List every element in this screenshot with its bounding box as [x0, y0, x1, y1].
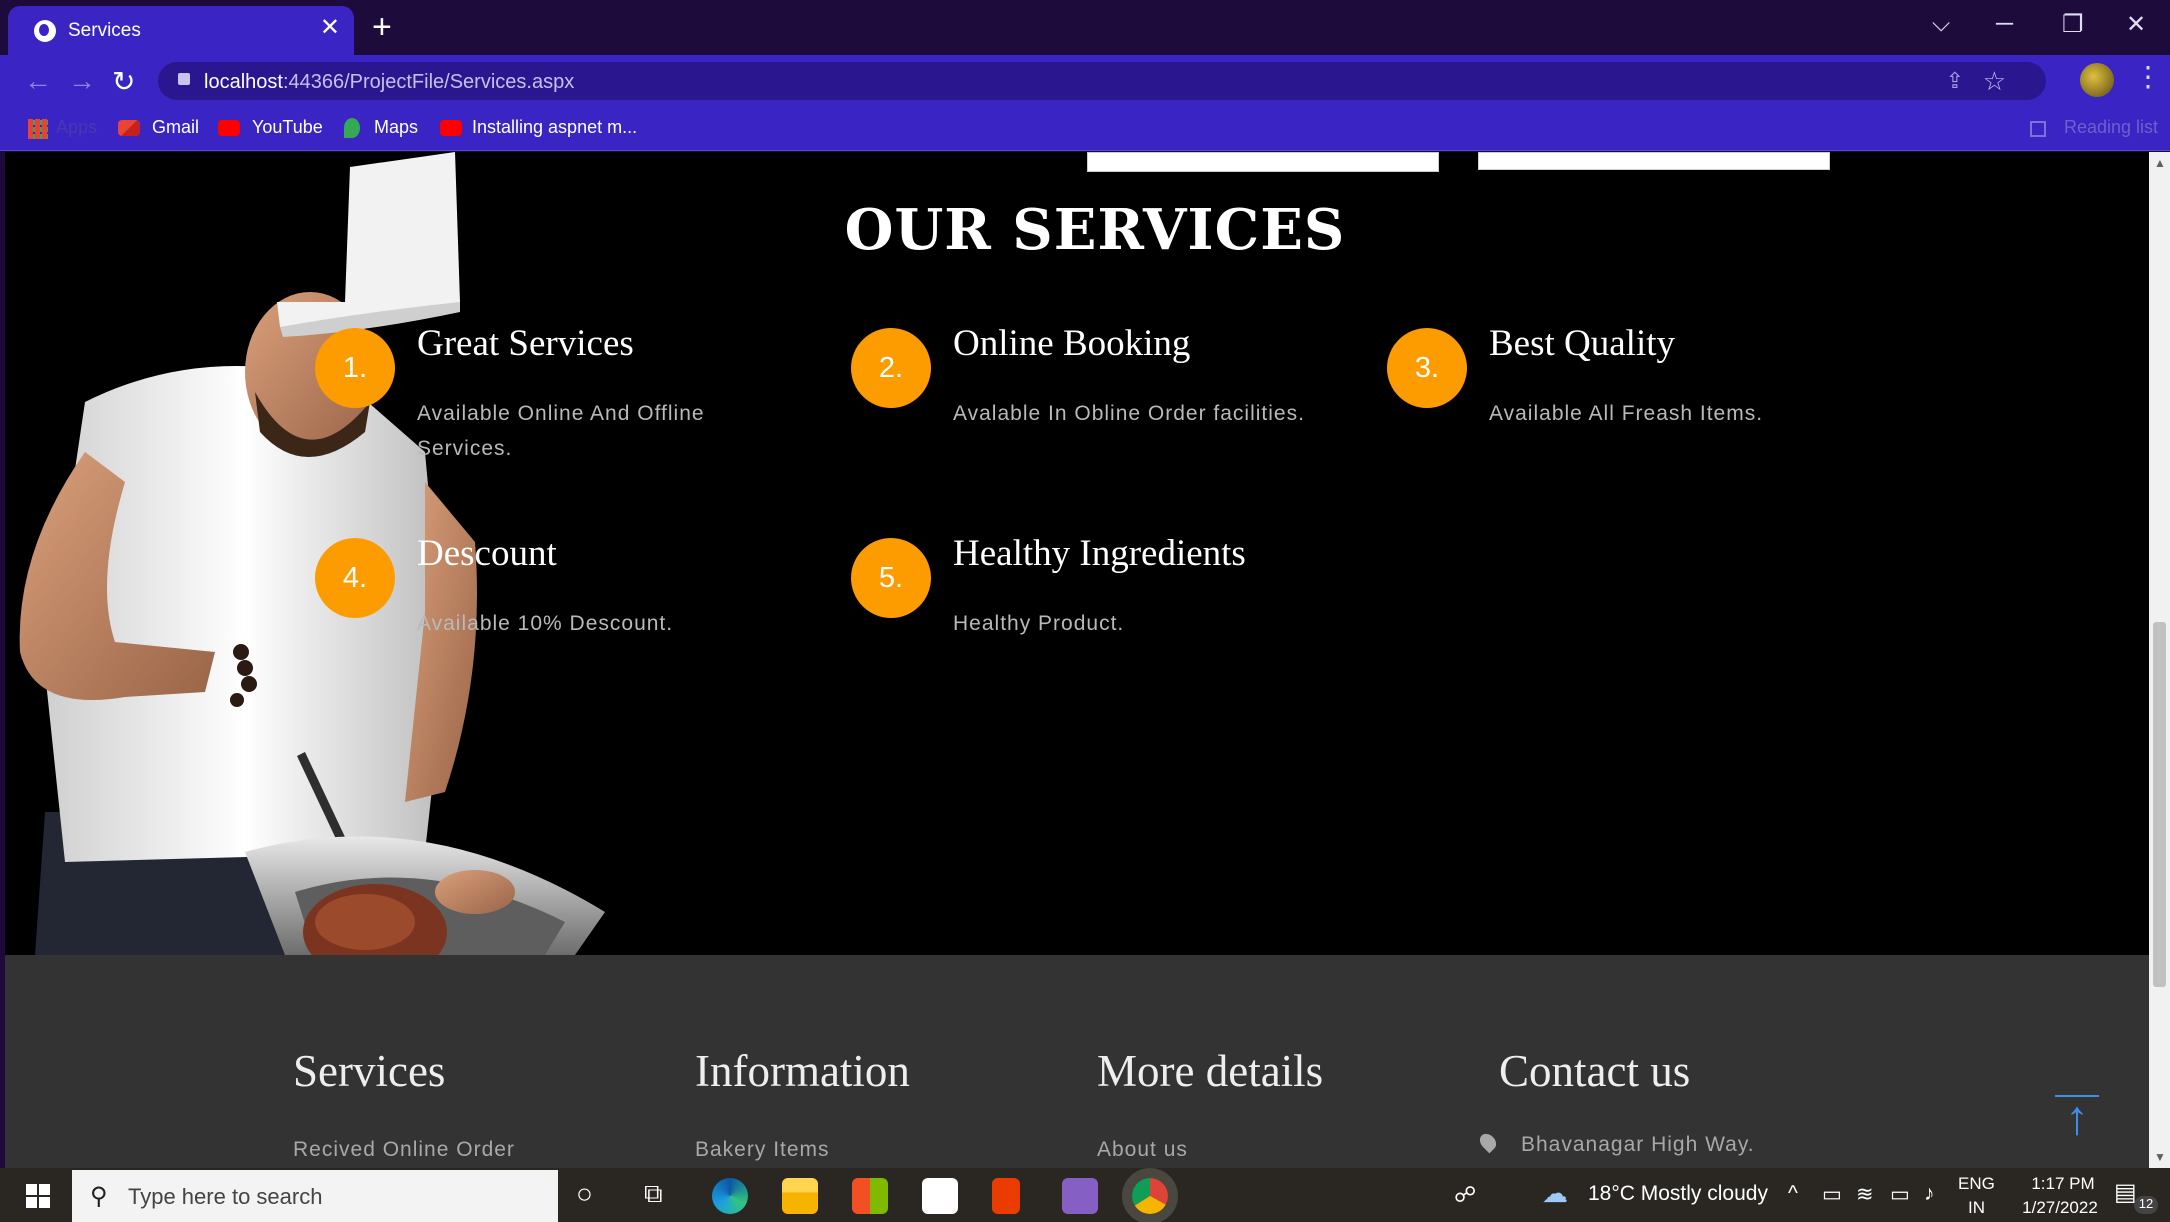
- browser-tab[interactable]: Services ✕: [8, 6, 354, 55]
- footer-information-title: Information: [695, 1046, 910, 1096]
- kebab-menu-icon[interactable]: ⋮: [2134, 61, 2162, 93]
- close-window-button[interactable]: ✕: [2126, 10, 2146, 39]
- white-box-right: [1478, 152, 1830, 170]
- apps-icon[interactable]: [28, 119, 48, 139]
- taskbar-search-box[interactable]: ⚲ Type here to search: [72, 1170, 558, 1222]
- page-scrollbar[interactable]: ▲ ▼: [2149, 152, 2170, 1168]
- file-explorer-icon[interactable]: [782, 1178, 818, 1214]
- reload-icon[interactable]: ↻: [112, 65, 135, 98]
- reading-list-icon: [2030, 121, 2046, 137]
- address-bar[interactable]: localhost:44366/ProjectFile/Services.asp…: [158, 62, 2046, 100]
- lock-icon: [178, 73, 190, 85]
- edge-icon[interactable]: [712, 1178, 748, 1214]
- service-name: Healthy Ingredients: [953, 533, 1246, 574]
- minimize-button[interactable]: ─: [1996, 10, 2013, 38]
- browser-tab-strip: Services ✕ + ⌵ ─ ❐ ✕: [0, 0, 2170, 55]
- weather-icon: ☁: [1542, 1178, 1568, 1208]
- chrome-icon[interactable]: [1132, 1178, 1168, 1214]
- people-icon[interactable]: ☍: [1454, 1182, 1476, 1208]
- white-box-left: [1087, 152, 1439, 172]
- service-number-badge: 2.: [851, 328, 931, 408]
- scrollbar-thumb[interactable]: [2153, 622, 2166, 987]
- bookmark-star-icon[interactable]: ☆: [1983, 66, 2006, 97]
- bookmarks-bar: Apps Gmail YouTube Maps Installing aspne…: [0, 107, 2170, 151]
- reading-list-button[interactable]: Reading list: [2064, 117, 2158, 138]
- new-tab-button[interactable]: +: [372, 10, 392, 44]
- search-icon: ⚲: [90, 1183, 108, 1210]
- tab-search-icon[interactable]: ⌵: [1932, 10, 1950, 38]
- mail-icon[interactable]: [922, 1178, 958, 1214]
- gmail-icon: [118, 120, 140, 136]
- youtube-icon: [440, 120, 462, 136]
- browser-toolbar: ← → ↻ localhost:44366/ProjectFile/Servic…: [0, 55, 2170, 107]
- location-pin-icon: [1476, 1130, 1500, 1154]
- scroll-up-arrow-icon[interactable]: ▲: [2154, 156, 2166, 170]
- footer-link-online-order[interactable]: Recived Online Order: [293, 1138, 515, 1162]
- wifi-icon[interactable]: ≋: [1856, 1182, 1874, 1207]
- globe-icon: [34, 20, 56, 42]
- service-description: Healthy Product.: [953, 612, 1125, 635]
- service-description: Available Online And Offline Services.: [417, 402, 705, 460]
- bookmark-gmail[interactable]: Gmail: [152, 117, 199, 138]
- section-title: OUR SERVICES: [844, 197, 1346, 263]
- service-number-badge: 3.: [1387, 328, 1467, 408]
- service-number-badge: 1.: [315, 328, 395, 408]
- service-name: Online Booking: [953, 323, 1191, 364]
- footer-more-details-title: More details: [1097, 1046, 1324, 1096]
- service-name: Descount: [417, 533, 557, 574]
- close-tab-icon[interactable]: ✕: [320, 16, 340, 40]
- footer-link-about-us[interactable]: About us: [1097, 1138, 1188, 1162]
- footer-link-bakery-items[interactable]: Bakery Items: [695, 1138, 830, 1162]
- cortana-icon[interactable]: ○: [576, 1178, 593, 1210]
- meet-now-icon[interactable]: ▭: [1822, 1182, 1842, 1207]
- bookmark-apps[interactable]: Apps: [56, 117, 97, 138]
- page-viewport: OUR SERVICES 1. Great Services Available…: [5, 152, 2149, 1168]
- footer-address: Bhavanagar High Way.: [1521, 1133, 1755, 1156]
- bookmark-youtube[interactable]: YouTube: [252, 117, 323, 138]
- microsoft-store-icon[interactable]: [852, 1178, 888, 1214]
- back-arrow-icon[interactable]: ←: [24, 65, 52, 97]
- service-number-badge: 4.: [315, 538, 395, 618]
- services-section: OUR SERVICES 1. Great Services Available…: [5, 152, 2149, 955]
- notification-count: 12: [2134, 1196, 2158, 1214]
- service-number-badge: 5.: [851, 538, 931, 618]
- service-description: Available All Freash Items.: [1489, 402, 1764, 425]
- volume-icon[interactable]: ♪: [1924, 1182, 1935, 1206]
- tab-title: Services: [68, 20, 141, 41]
- weather-text[interactable]: 18°C Mostly cloudy: [1588, 1182, 1768, 1206]
- bookmark-maps[interactable]: Maps: [374, 117, 418, 138]
- language-region[interactable]: IN: [1968, 1198, 1985, 1218]
- scroll-down-arrow-icon[interactable]: ▼: [2154, 1150, 2166, 1164]
- windows-start-icon[interactable]: [26, 1184, 50, 1208]
- youtube-icon: [218, 120, 240, 136]
- show-hidden-icons[interactable]: ^: [1788, 1182, 1798, 1206]
- share-icon[interactable]: ⇪: [1946, 68, 1964, 94]
- maps-icon: [344, 118, 360, 138]
- service-description: Available 10% Descount.: [417, 612, 674, 635]
- footer-contact-title: Contact us: [1499, 1046, 1691, 1096]
- forward-arrow-icon[interactable]: →: [68, 65, 96, 97]
- service-name: Great Services: [417, 323, 634, 364]
- url-text[interactable]: localhost:44366/ProjectFile/Services.asp…: [204, 71, 574, 94]
- service-name: Best Quality: [1489, 323, 1676, 364]
- service-description: Avalable In Obline Order facilities.: [953, 402, 1305, 425]
- task-view-icon[interactable]: ⧉: [644, 1178, 663, 1210]
- clock-date[interactable]: 1/27/2022: [2010, 1198, 2110, 1218]
- search-placeholder: Type here to search: [128, 1184, 323, 1209]
- back-to-top-button[interactable]: ↑: [2055, 1095, 2099, 1145]
- site-footer: Services Recived Online Order Informatio…: [5, 955, 2149, 1168]
- battery-icon[interactable]: ▭: [1890, 1182, 1910, 1207]
- restore-button[interactable]: ❐: [2062, 10, 2084, 39]
- clock-time[interactable]: 1:17 PM: [2018, 1174, 2108, 1194]
- profile-avatar[interactable]: [2080, 63, 2114, 97]
- visual-studio-icon[interactable]: [1062, 1178, 1098, 1214]
- windows-taskbar: ⚲ Type here to search ○ ⧉ ☍ ☁ 18°C Mostl…: [0, 1168, 2170, 1222]
- bookmark-installing-aspnet[interactable]: Installing aspnet m...: [472, 117, 637, 138]
- office-icon[interactable]: [992, 1178, 1020, 1214]
- language-code[interactable]: ENG: [1958, 1174, 1995, 1194]
- footer-services-title: Services: [293, 1046, 446, 1096]
